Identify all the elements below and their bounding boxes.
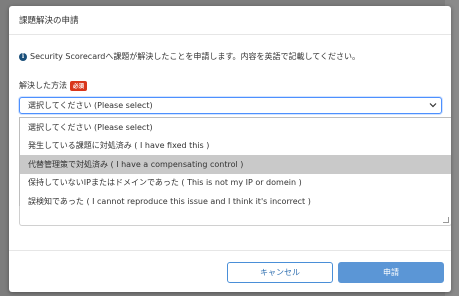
chevron-down-icon	[429, 101, 437, 111]
dropdown-option-compensating-control[interactable]: 代替管理策で対処済み ( I have a compensating contr…	[20, 155, 451, 174]
field-label-text: 解決した方法	[19, 81, 67, 90]
dialog-header: 課題解決の申請	[9, 6, 451, 35]
resize-handle[interactable]	[443, 217, 449, 223]
info-text: Security Scorecardへ課題が解決したことを申請します。内容を英語…	[30, 52, 361, 61]
resolution-method-select[interactable]: 選択してください (Please select)	[19, 97, 442, 114]
info-icon: i	[19, 52, 27, 61]
resolution-method-dropdown: 選択してください (Please select) 発生している課題に対処済み (…	[19, 117, 451, 212]
info-message: i Security Scorecardへ課題が解決したことを申請します。内容を…	[19, 51, 360, 62]
required-badge: 必須	[70, 80, 88, 91]
cancel-button[interactable]: キャンセル	[227, 262, 333, 283]
dropdown-option-please-select[interactable]: 選択してください (Please select)	[20, 118, 451, 137]
details-textarea[interactable]	[19, 206, 451, 226]
dropdown-option-not-my-ip[interactable]: 保持していないIPまたはドメインであった ( This is not my IP…	[20, 174, 451, 193]
dialog-title: 課題解決の申請	[19, 16, 79, 26]
resolution-method-label: 解決した方法 必須	[19, 80, 88, 91]
select-value: 選択してください (Please select)	[28, 101, 153, 110]
footer-divider	[9, 250, 451, 251]
resolve-issue-dialog: 課題解決の申請 i Security Scorecardへ課題が解決したことを申…	[9, 6, 451, 292]
dropdown-option-fixed[interactable]: 発生している課題に対処済み ( I have fixed this )	[20, 137, 451, 156]
submit-button[interactable]: 申請	[338, 262, 444, 283]
